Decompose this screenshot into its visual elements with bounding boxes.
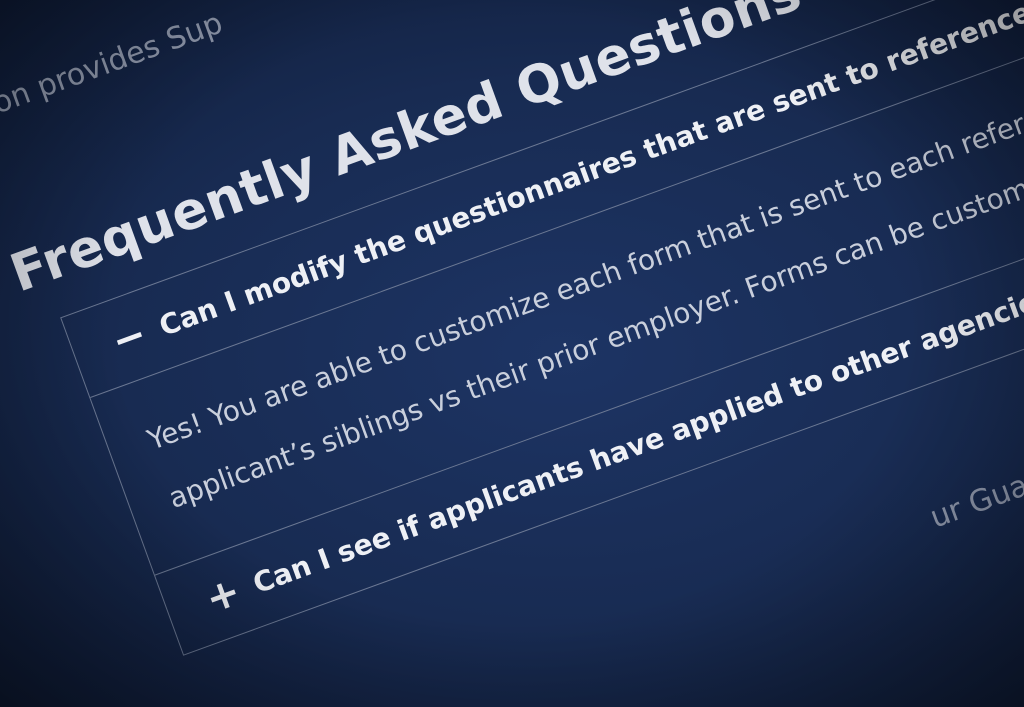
plus-icon[interactable]: +	[199, 568, 246, 623]
faq-page: section provides Sup Frequently Asked Qu…	[0, 0, 1024, 656]
minus-icon[interactable]: −	[106, 311, 153, 366]
screen: section provides Sup Frequently Asked Qu…	[0, 0, 1024, 707]
footer-text: ur Guardian	[925, 441, 1024, 536]
intro-text: section provides Sup	[0, 5, 228, 146]
